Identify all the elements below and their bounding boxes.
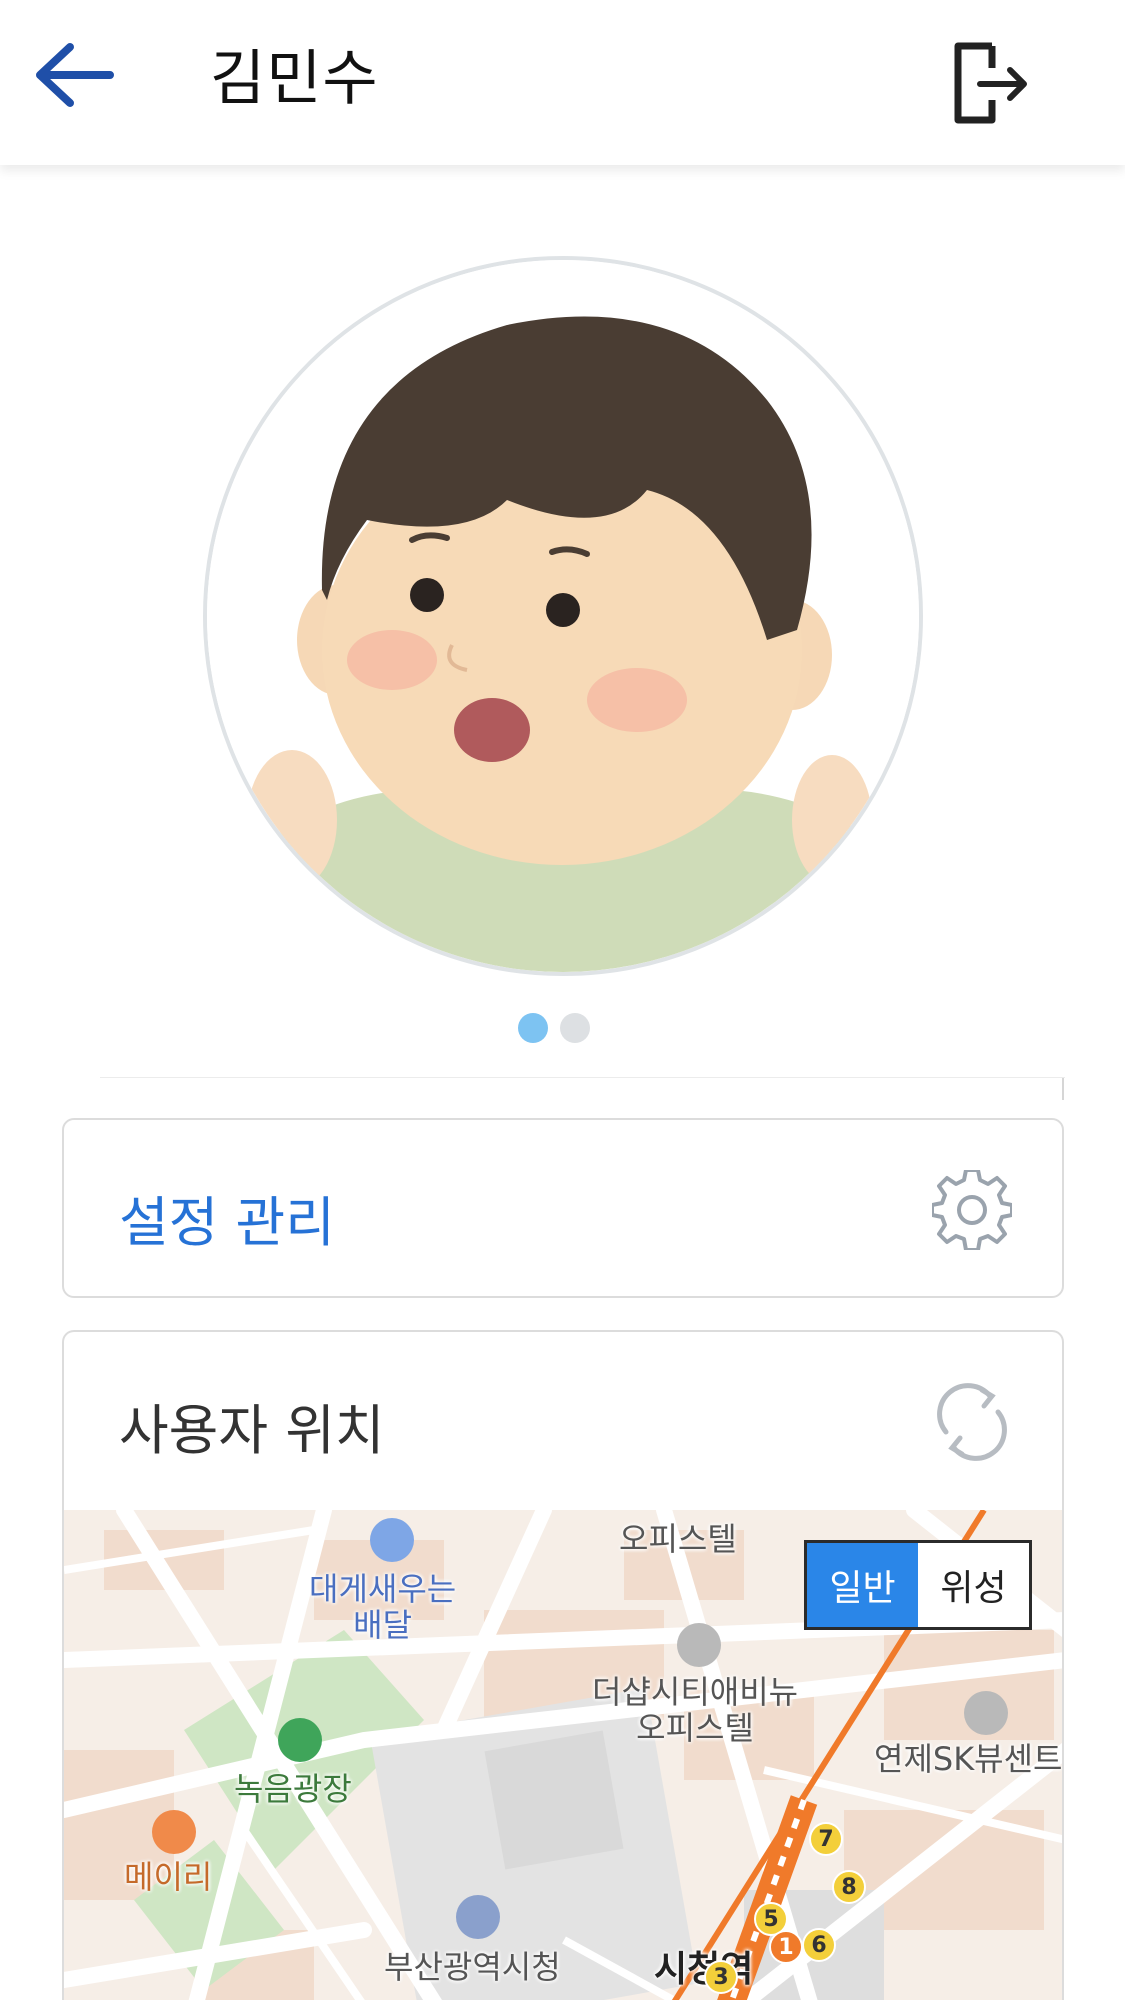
- refresh-icon: [937, 1383, 1007, 1461]
- subway-exit-6: 6: [802, 1928, 836, 1962]
- settings-button[interactable]: [930, 1168, 1014, 1252]
- settings-label: 설정 관리: [119, 1191, 335, 1254]
- map-label-city-hall-station: 시청역: [654, 1949, 754, 1990]
- subway-exit-8: 8: [832, 1870, 866, 1904]
- child-avatar-illustration: [207, 260, 919, 972]
- subway-exit-1: 1: [769, 1930, 803, 1964]
- map-type-normal[interactable]: 일반: [807, 1543, 918, 1627]
- profile-avatar[interactable]: [203, 256, 923, 976]
- map-label-city-hall: 부산광역시청: [384, 1948, 561, 1986]
- map-label-officetel-top: 오피스텔: [619, 1520, 737, 1558]
- location-card: 사용자 위치 일반 위성 오피스텔 대게새우는 배달 더샵시티애비뉴 오피스텔 …: [62, 1330, 1064, 2000]
- page-title: 김민수: [210, 44, 379, 114]
- location-map[interactable]: 일반 위성 오피스텔 대게새우는 배달 더샵시티애비뉴 오피스텔 연제SK뷰센트…: [64, 1510, 1063, 2000]
- map-label-the-sharp: 더샵시티애비뉴 오피스텔: [592, 1673, 799, 1747]
- map-type-toggle: 일반 위성: [804, 1540, 1032, 1630]
- carousel-dot-active[interactable]: [518, 1013, 548, 1043]
- refresh-button[interactable]: [932, 1382, 1012, 1462]
- subway-exit-3: 3: [704, 1960, 738, 1994]
- settings-card[interactable]: 설정 관리: [62, 1118, 1064, 1298]
- subway-exit-7: 7: [809, 1822, 843, 1856]
- divider: [100, 1077, 1065, 1078]
- map-label-crab-delivery: 대게새우는 배달: [309, 1570, 457, 1644]
- logout-icon: [954, 42, 1027, 124]
- map-type-satellite[interactable]: 위성: [918, 1543, 1029, 1627]
- back-button[interactable]: [30, 35, 120, 115]
- carousel-indicator: [518, 1013, 590, 1043]
- map-label-meiri: 메이리: [124, 1858, 213, 1896]
- gear-icon: [930, 1168, 1014, 1252]
- app-bar: 김민수: [0, 0, 1125, 165]
- logout-button[interactable]: [950, 38, 1030, 128]
- arrow-left-icon: [36, 43, 114, 107]
- map-label-yeonje-sk: 연제SK뷰센트: [874, 1740, 1063, 1778]
- divider-tick: [1062, 1078, 1064, 1100]
- map-label-green-square: 녹음광장: [234, 1770, 352, 1808]
- location-label: 사용자 위치: [119, 1399, 385, 1462]
- carousel-dot[interactable]: [560, 1013, 590, 1043]
